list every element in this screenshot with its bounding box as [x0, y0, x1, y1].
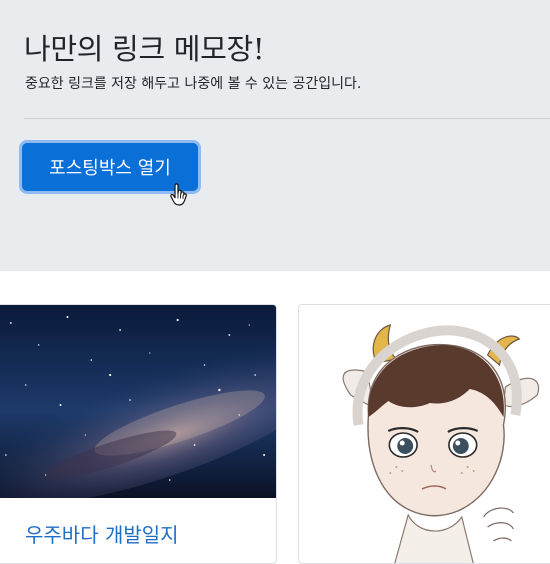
- hand-pointer-cursor-icon: [170, 183, 187, 206]
- card-image-night-sky: [0, 305, 276, 498]
- card-title[interactable]: 우주바다 개발일지: [25, 519, 179, 548]
- card-image-character-illustration: [299, 305, 550, 563]
- page-title: 나만의 링크 메모장!: [24, 32, 265, 66]
- page-subtitle: 중요한 링크를 저장 해두고 나중에 볼 수 있는 공간입니다.: [25, 76, 362, 92]
- jumbotron: 나만의 링크 메모장! 중요한 링크를 저장 해두고 나중에 볼 수 있는 공간…: [0, 0, 550, 271]
- link-card[interactable]: [298, 304, 550, 564]
- divider: [24, 118, 550, 119]
